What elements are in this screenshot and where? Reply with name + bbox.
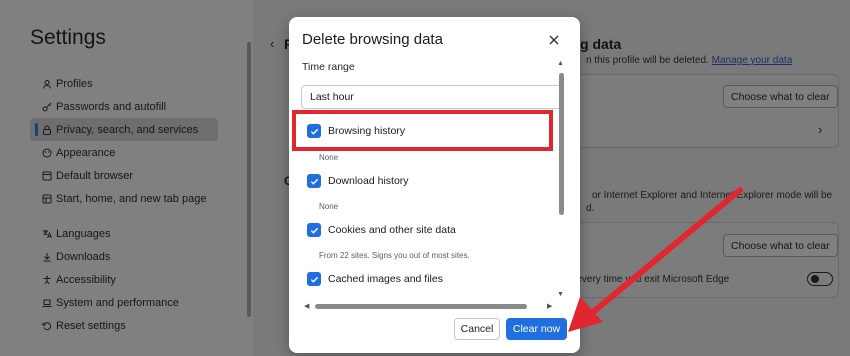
time-range-label: Time range (302, 61, 355, 73)
profile-icon (42, 79, 52, 89)
reset-icon (42, 321, 52, 331)
clear-now-button[interactable]: Clear now (506, 318, 567, 340)
sidebar-item-label: System and performance (56, 296, 179, 309)
sidebar-item-profiles[interactable]: Profiles (30, 72, 218, 95)
settings-title: Settings (30, 26, 106, 49)
lock-icon (42, 125, 52, 135)
scroll-left-arrow-icon[interactable]: ◀ (304, 302, 309, 310)
scroll-down-arrow-icon[interactable]: ▼ (557, 291, 564, 298)
sidebar-item-label: Accessibility (56, 273, 116, 286)
download-history-option[interactable]: Download history (307, 172, 409, 190)
cookies-option[interactable]: Cookies and other site data (307, 221, 456, 239)
sidebar-item-label: Passwords and autofill (56, 100, 167, 113)
sidebar-item-accessibility[interactable]: Accessibility (30, 268, 218, 291)
sidebar-item-system[interactable]: System and performance (30, 291, 218, 314)
sidebar-item-default-browser[interactable]: Default browser (30, 164, 218, 187)
sidebar-item-label: Appearance (56, 146, 116, 159)
download-history-desc: None (319, 202, 339, 211)
section-description: n this profile will be deleted. Manage y… (586, 55, 793, 66)
sidebar-item-label: Profiles (56, 77, 93, 90)
cached-images-checkbox[interactable] (307, 272, 321, 286)
manage-data-link[interactable]: Manage your data (712, 55, 793, 66)
cookies-desc: From 22 sites. Signs you out of most sit… (319, 251, 470, 260)
download-history-checkbox[interactable] (307, 174, 321, 188)
accessibility-icon (42, 275, 52, 285)
key-icon (42, 102, 52, 112)
sidebar-item-privacy[interactable]: Privacy, search, and services (30, 118, 218, 141)
close-icon[interactable] (547, 33, 561, 47)
delete-browsing-data-dialog: Delete browsing data Time range Last hou… (289, 17, 580, 353)
cookies-label: Cookies and other site data (328, 224, 456, 236)
chevron-right-icon[interactable]: › (818, 122, 822, 137)
download-history-label: Download history (328, 175, 409, 187)
sidebar-scrollbar[interactable] (247, 42, 251, 317)
cached-images-label: Cached images and files (328, 273, 443, 285)
cancel-button[interactable]: Cancel (454, 318, 500, 340)
sidebar-item-passwords[interactable]: Passwords and autofill (30, 95, 218, 118)
download-icon (42, 252, 52, 262)
exit-clear-toggle[interactable] (807, 272, 833, 286)
settings-sidebar: Settings Profiles Passwords and autofill… (0, 0, 253, 356)
language-icon (42, 229, 52, 239)
exit-clear-text: e every time you exit Microsoft Edge (568, 274, 730, 285)
dialog-title: Delete browsing data (302, 31, 443, 48)
section-heading: g data (580, 36, 622, 52)
home-icon (42, 194, 52, 204)
sidebar-item-label: Languages (56, 227, 111, 240)
browsing-history-desc: None (319, 153, 339, 162)
sidebar-item-label: Start, home, and new tab page (56, 192, 207, 205)
choose-what-to-clear-button-2[interactable]: Choose what to clear (723, 234, 838, 257)
vertical-scrollbar-thumb[interactable] (559, 73, 564, 215)
sidebar-item-label: Default browser (56, 169, 134, 182)
sidebar-item-start-home[interactable]: Start, home, and new tab page (30, 187, 218, 210)
scroll-up-arrow-icon[interactable]: ▲ (557, 60, 564, 67)
sidebar-item-appearance[interactable]: Appearance (30, 141, 218, 164)
sidebar-item-label: Downloads (56, 250, 111, 263)
ie-description-line2: d. (586, 203, 595, 214)
time-range-select[interactable]: Last hour (301, 85, 563, 109)
cached-images-option[interactable]: Cached images and files (307, 270, 443, 288)
time-range-value: Last hour (310, 91, 354, 103)
scroll-right-arrow-icon[interactable]: ▶ (547, 302, 552, 310)
back-chevron-icon[interactable]: ‹ (270, 36, 274, 51)
sidebar-item-label: Privacy, search, and services (56, 123, 199, 136)
browsing-history-highlight (292, 110, 553, 151)
sidebar-item-languages[interactable]: Languages (30, 222, 218, 245)
ie-description: or Internet Explorer and Internet Explor… (592, 190, 833, 201)
laptop-icon (42, 298, 52, 308)
choose-what-to-clear-button[interactable]: Choose what to clear (723, 85, 838, 108)
sidebar-item-downloads[interactable]: Downloads (30, 245, 218, 268)
horizontal-scrollbar-thumb[interactable] (315, 304, 527, 309)
sidebar-item-reset[interactable]: Reset settings (30, 314, 218, 337)
browser-icon (42, 171, 52, 181)
sidebar-item-label: Reset settings (56, 319, 126, 332)
palette-icon (42, 148, 52, 158)
cookies-checkbox[interactable] (307, 223, 321, 237)
